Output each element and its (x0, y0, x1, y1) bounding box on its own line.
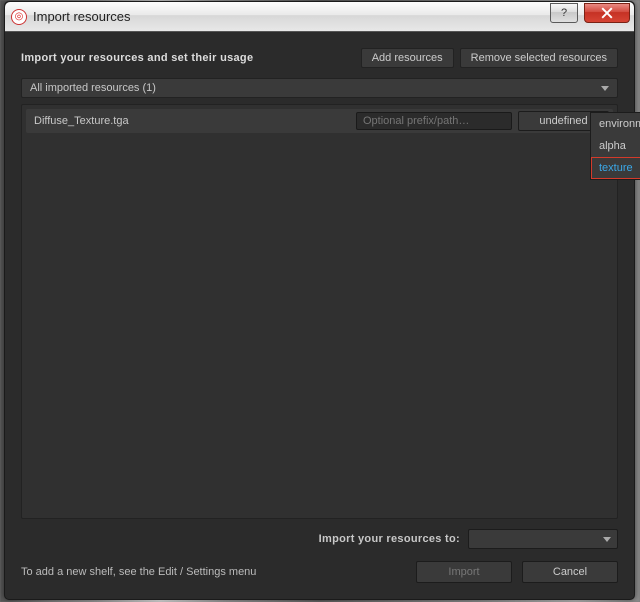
instruction-label: Import your resources and set their usag… (21, 52, 253, 64)
shelf-hint: To add a new shelf, see the Edit / Setti… (21, 566, 256, 578)
destination-dropdown[interactable] (468, 529, 618, 549)
close-button[interactable] (584, 3, 630, 23)
resource-filename: Diffuse_Texture.tga (30, 115, 350, 127)
chevron-down-icon (603, 537, 611, 542)
usage-dropdown-menu: environment alpha texture (590, 112, 640, 180)
resource-row[interactable]: Diffuse_Texture.tga undefined environmen… (26, 109, 613, 133)
close-icon (601, 7, 613, 19)
dialog-body: Import your resources and set their usag… (5, 32, 634, 599)
window-controls: ? (550, 7, 630, 27)
dropdown-item-texture[interactable]: texture (591, 157, 640, 179)
help-button[interactable]: ? (550, 3, 578, 23)
destination-label: Import your resources to: (319, 533, 460, 545)
add-resources-button[interactable]: Add resources (361, 48, 454, 68)
header-row: Import your resources and set their usag… (21, 48, 618, 68)
resource-list: Diffuse_Texture.tga undefined environmen… (21, 104, 618, 519)
destination-row: Import your resources to: (21, 529, 618, 549)
dropdown-item-alpha[interactable]: alpha (591, 135, 640, 157)
usage-value: undefined (539, 115, 587, 127)
filter-label: All imported resources (1) (30, 82, 156, 94)
import-resources-dialog: ◎ Import resources ? Import your resourc… (4, 1, 635, 600)
import-button[interactable]: Import (416, 561, 512, 583)
cancel-button[interactable]: Cancel (522, 561, 618, 583)
footer-row: To add a new shelf, see the Edit / Setti… (21, 561, 618, 583)
titlebar[interactable]: ◎ Import resources ? (5, 2, 634, 32)
prefix-input[interactable] (356, 112, 512, 130)
chevron-down-icon (601, 86, 609, 91)
filter-dropdown[interactable]: All imported resources (1) (21, 78, 618, 98)
dropdown-item-environment[interactable]: environment (591, 113, 640, 135)
usage-dropdown-button[interactable]: undefined environment alpha texture (518, 111, 609, 131)
remove-selected-button[interactable]: Remove selected resources (460, 48, 618, 68)
app-icon: ◎ (11, 9, 27, 25)
window-title: Import resources (33, 9, 131, 24)
